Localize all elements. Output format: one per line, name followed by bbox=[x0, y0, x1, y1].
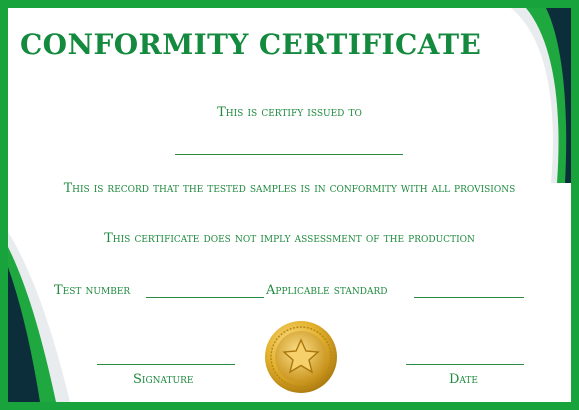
certificate-title: CONFORMITY CERTIFICATE bbox=[20, 28, 482, 61]
bottom-left-decoration bbox=[8, 232, 70, 402]
date-label: Date bbox=[449, 372, 479, 387]
applicable-standard-label: Applicable standard bbox=[266, 283, 388, 298]
record-statement: This is record that the tested samples i… bbox=[63, 180, 516, 195]
test-number-label: Test number bbox=[54, 283, 131, 298]
applicable-standard-line[interactable] bbox=[414, 297, 524, 298]
certificate: CONFORMITY CERTIFICATE This is certify i… bbox=[0, 0, 579, 410]
disclaimer-text: This certificate does not imply assessme… bbox=[104, 231, 475, 246]
issued-to-label: This is certify issued to bbox=[217, 105, 362, 120]
signature-label: Signature bbox=[133, 372, 194, 387]
signature-line[interactable] bbox=[97, 364, 235, 365]
recipient-name-line[interactable] bbox=[175, 154, 403, 155]
date-line[interactable] bbox=[406, 364, 524, 365]
test-number-line[interactable] bbox=[146, 297, 264, 298]
gold-star-medal-icon bbox=[265, 321, 337, 393]
